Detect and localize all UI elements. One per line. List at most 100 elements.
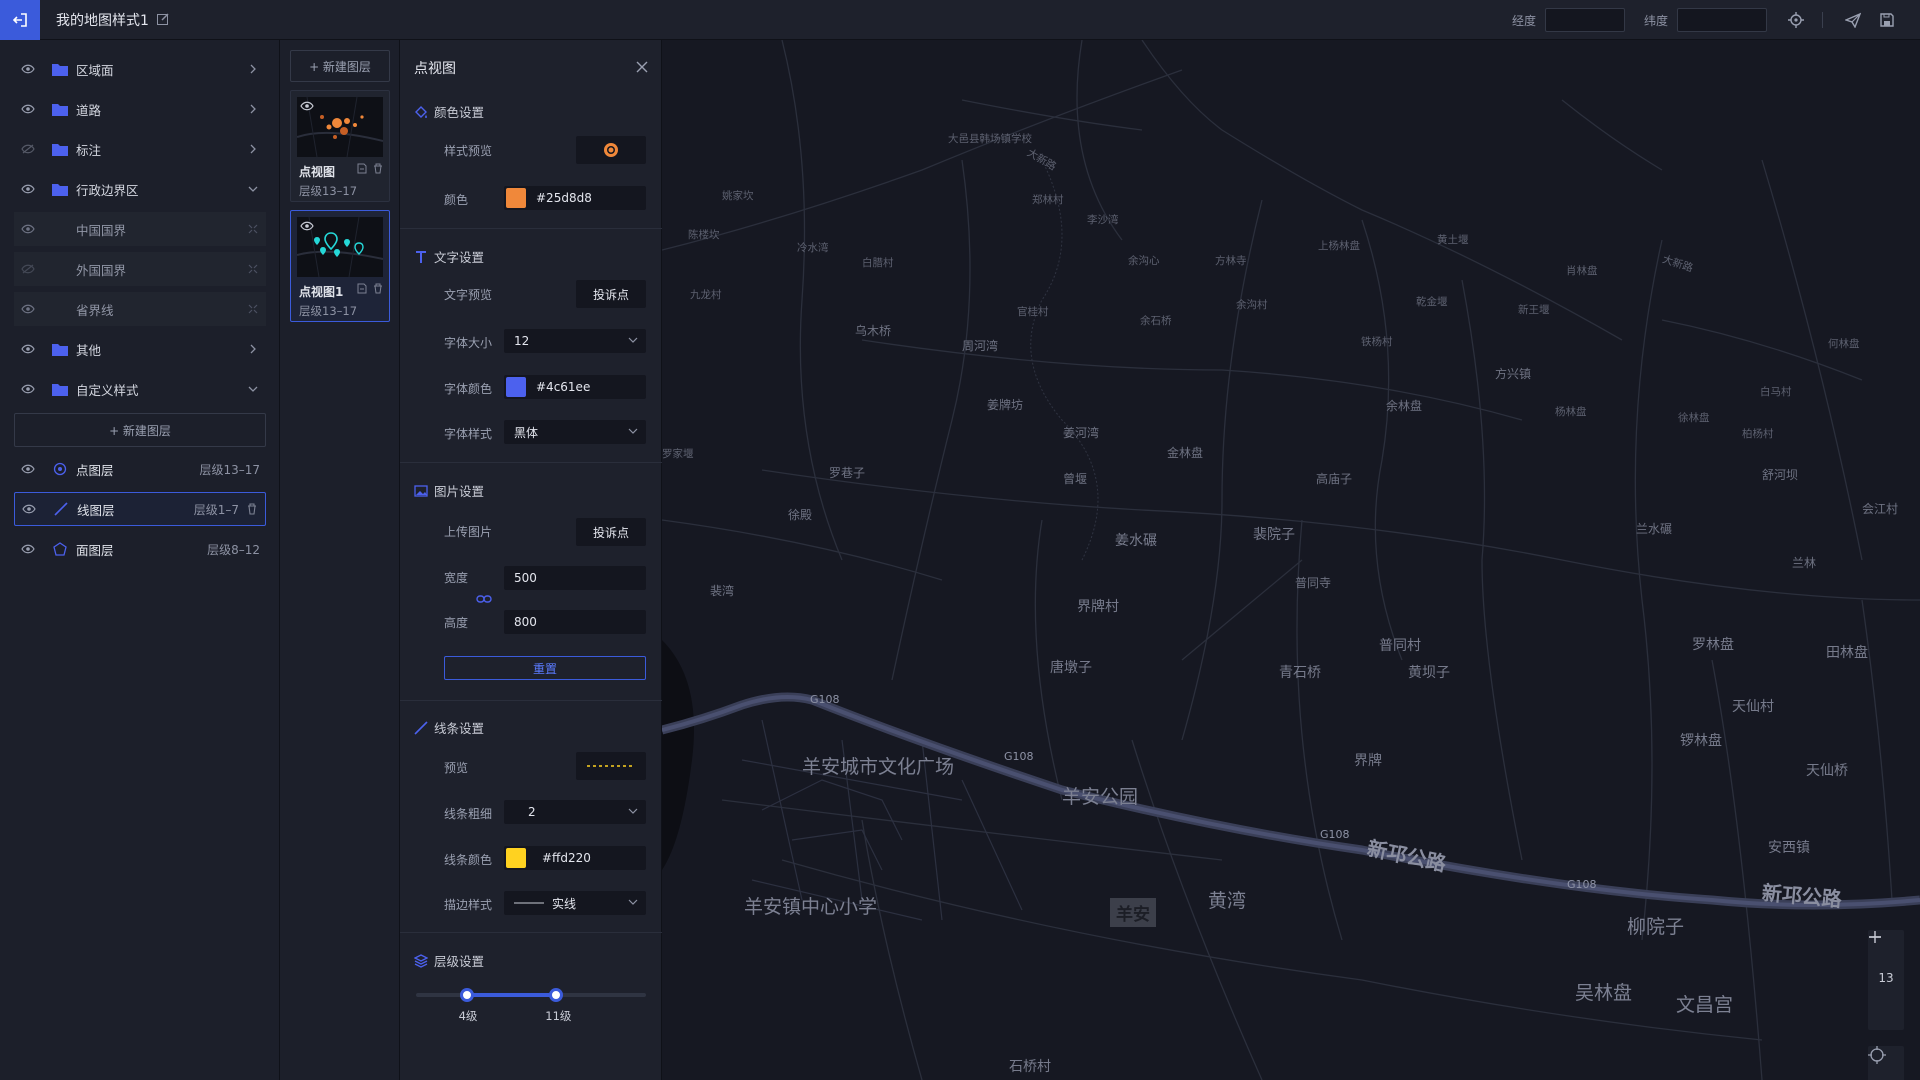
style-preview [576, 136, 646, 164]
slider-max-label: 11级 [545, 1009, 572, 1023]
tree-item-admin-boundary[interactable]: 行政边界区 [14, 172, 266, 206]
map-place-label: 田林盘 [1826, 645, 1868, 661]
map-place-label: 羊安镇中心小学 [744, 896, 878, 918]
trash-icon[interactable] [245, 502, 259, 516]
tree-item-custom-style[interactable]: 自定义样式 [14, 372, 266, 406]
line-width-select[interactable]: 2 [504, 800, 646, 824]
eye-icon[interactable] [20, 221, 36, 237]
font-style-select[interactable]: 黑体 [504, 420, 646, 444]
custom-layer-polygon[interactable]: 面图层 层级8–12 [14, 532, 266, 566]
stroke-style-label: 描边样式 [444, 898, 493, 912]
latitude-input[interactable] [1677, 8, 1767, 32]
tree-item-annotation[interactable]: 标注 [14, 132, 266, 166]
line-color-field[interactable]: #ffd220 [504, 846, 646, 870]
section-title: 层级设置 [434, 954, 485, 969]
slider-handle-max[interactable] [549, 988, 564, 1002]
map-canvas[interactable]: 新邛公路 新邛公路 羊安城市文化广场 羊安公园 羊安镇中心小学 羊安 黄湾 柳院… [662, 40, 1920, 1080]
eye-icon[interactable] [300, 101, 314, 111]
eye-icon[interactable] [20, 301, 36, 317]
map-style-title: 我的地图样式1 [56, 13, 149, 29]
save-button[interactable] [1877, 10, 1897, 30]
exit-button[interactable] [0, 0, 40, 40]
width-label: 宽度 [444, 571, 469, 585]
map-place-label: 普同寺 [1295, 576, 1332, 590]
height-input[interactable]: 800 [504, 610, 646, 634]
chevron-right-icon[interactable] [246, 102, 260, 116]
custom-layer-line[interactable]: 线图层 层级1–7 [14, 492, 266, 526]
top-bar: 我的地图样式1 经度 纬度 [0, 0, 1920, 40]
eye-icon[interactable] [20, 181, 36, 197]
thumbnail-card[interactable]: 点视图 层级13–17 [290, 90, 390, 202]
expand-icon[interactable] [246, 302, 260, 316]
eye-icon[interactable] [20, 381, 36, 397]
level-range-slider[interactable] [416, 988, 646, 1002]
color-swatch[interactable] [506, 848, 526, 868]
chevron-down-icon[interactable] [246, 182, 260, 196]
crosshair-icon [1788, 12, 1804, 28]
eye-icon[interactable] [20, 61, 36, 77]
color-swatch[interactable] [506, 377, 526, 397]
tree-item-label: 其他 [76, 342, 102, 358]
stroke-style-select[interactable]: 实线 [504, 891, 646, 915]
tree-item-area[interactable]: 区域面 [14, 52, 266, 86]
highway-code-label: G108 [1004, 750, 1034, 763]
expand-icon[interactable] [246, 262, 260, 276]
divider [1822, 12, 1823, 28]
color-swatch[interactable] [506, 188, 526, 208]
locate-button[interactable] [1786, 10, 1806, 30]
eye-icon[interactable] [20, 461, 36, 477]
tree-item-other[interactable]: 其他 [14, 332, 266, 366]
map-place-label: 新王堰 [1518, 304, 1550, 316]
save-icon[interactable] [357, 163, 367, 174]
eye-icon[interactable] [300, 221, 314, 231]
map-roads [662, 40, 1920, 1080]
tree-item-province-line[interactable]: 省界线 [14, 292, 266, 326]
trash-icon[interactable] [373, 283, 383, 294]
chevron-right-icon[interactable] [246, 62, 260, 76]
chevron-down-icon[interactable] [246, 382, 260, 396]
chevron-right-icon[interactable] [246, 342, 260, 356]
width-input[interactable]: 500 [504, 566, 646, 590]
highway-code-label: G108 [810, 693, 840, 706]
color-field[interactable]: #25d8d8 [504, 186, 646, 210]
trash-icon[interactable] [373, 163, 383, 174]
publish-button[interactable] [1843, 10, 1863, 30]
eye-icon[interactable] [20, 101, 36, 117]
custom-layer-point[interactable]: 点图层 层级13–17 [14, 452, 266, 486]
locate-me-button[interactable] [1868, 1046, 1904, 1080]
highway-code-label: G108 [1320, 828, 1350, 841]
new-layer-button[interactable]: + 新建图层 [14, 413, 266, 447]
eye-icon[interactable] [20, 541, 36, 557]
upload-label: 上传图片 [444, 525, 493, 539]
upload-image-button[interactable]: 投诉点 [576, 518, 646, 546]
new-layer-button[interactable]: + 新建图层 [290, 50, 390, 82]
font-size-select[interactable]: 12 [504, 329, 646, 353]
slider-handle-min[interactable] [459, 988, 474, 1002]
tree-item-label: 道路 [76, 102, 102, 118]
tree-item-foreign-border[interactable]: 外国国界 [14, 252, 266, 286]
expand-icon[interactable] [246, 222, 260, 236]
font-style-value: 黑体 [514, 425, 539, 440]
link-icon[interactable] [476, 593, 492, 605]
edit-title-icon[interactable] [156, 12, 170, 26]
save-icon[interactable] [357, 283, 367, 294]
reset-button[interactable]: 重置 [444, 656, 646, 680]
text-preview: 投诉点 [576, 280, 646, 308]
eye-icon[interactable] [21, 501, 37, 517]
thumbnail-card-selected[interactable]: 点视图1 层级13–17 [290, 210, 390, 322]
layer-level: 层级8–12 [207, 542, 260, 557]
zoom-out-button[interactable] [1868, 936, 1904, 1026]
close-icon[interactable] [635, 60, 649, 74]
tree-item-china-border[interactable]: 中国国界 [14, 212, 266, 246]
height-label: 高度 [444, 616, 469, 630]
eye-hidden-icon[interactable] [20, 261, 36, 277]
map-place-label: 黄湾 [1208, 890, 1247, 912]
longitude-input[interactable] [1545, 8, 1625, 32]
font-color-field[interactable]: #4c61ee [504, 375, 646, 399]
color-value: #ffd220 [542, 851, 591, 865]
chevron-right-icon[interactable] [246, 142, 260, 156]
eye-icon[interactable] [20, 341, 36, 357]
tree-item-road[interactable]: 道路 [14, 92, 266, 126]
eye-hidden-icon[interactable] [20, 141, 36, 157]
map-place-label: 裴院子 [1253, 527, 1295, 543]
